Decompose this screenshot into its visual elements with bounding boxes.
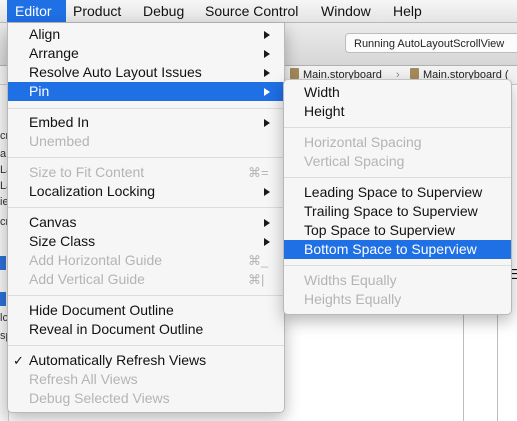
menu-item-pin[interactable]: Pin [8,82,284,101]
menu-item-canvas[interactable]: Canvas [8,213,284,232]
menu-bar: Editor Product Debug Source Control Wind… [0,0,517,23]
submenu-arrow-icon [264,238,270,246]
submenu-arrow-icon [264,119,270,127]
menubar-label: Debug [143,3,185,19]
menu-item-label: Trailing Space to Superview [304,203,478,219]
storyboard-file-icon [290,68,299,79]
menu-item-top-space-to-superview[interactable]: Top Space to Superview [284,221,511,240]
menu-item-height[interactable]: Height [284,102,511,121]
menu-item-label: Refresh All Views [29,371,138,387]
submenu-arrow-icon [264,219,270,227]
menu-item-embed-in[interactable]: Embed In [8,113,284,132]
menu-item-label: Top Space to Superview [304,222,455,238]
menubar-label: Source Control [205,3,299,19]
menu-item-refresh-all-views[interactable]: Refresh All Views [8,370,284,389]
menu-item-label: Heights Equally [304,291,402,307]
menu-separator [284,177,511,178]
menu-item-debug-selected-views[interactable]: Debug Selected Views [8,389,284,408]
menu-separator [8,345,284,346]
menubar-source-control[interactable]: Source Control [193,0,311,22]
menu-item-label: Resolve Auto Layout Issues [29,64,202,80]
menubar-label: Product [73,3,122,19]
submenu-arrow-icon [264,50,270,58]
menu-item-label: Pin [29,83,50,99]
menu-item-label: Add Horizontal Guide [29,252,163,268]
menu-item-align[interactable]: Align [8,25,284,44]
menu-item-hide-document-outline[interactable]: Hide Document Outline [8,301,284,320]
submenu-arrow-icon [264,88,270,96]
menu-item-label: Embed In [29,114,89,130]
menu-item-label: Bottom Space to Superview [304,241,477,257]
canvas-divider [497,312,498,421]
shortcut-label: ⌘| [248,272,265,287]
menubar-label: Editor [15,3,52,19]
menu-item-heights-equally[interactable]: Heights Equally [284,290,511,309]
menu-item-size-to-fit-content[interactable]: Size to Fit Content ⌘= [8,163,284,182]
menu-separator [284,265,511,266]
menu-item-label: Debug Selected Views [29,390,170,406]
editor-menu: Align Arrange Resolve Auto Layout Issues… [7,23,285,413]
menu-item-label: Align [29,26,61,42]
menu-item-localization-locking[interactable]: Localization Locking [8,182,284,201]
menubar-product[interactable]: Product [66,0,133,22]
menu-item-label: Width [304,84,340,100]
canvas-divider [463,312,464,421]
menu-item-label: Widths Equally [304,272,397,288]
menu-item-horizontal-spacing[interactable]: Horizontal Spacing [284,133,511,152]
menu-item-label: Hide Document Outline [29,302,174,318]
menubar-label: Window [321,3,371,19]
menu-item-add-horizontal-guide[interactable]: Add Horizontal Guide ⌘_ [8,251,284,270]
submenu-arrow-icon [264,69,270,77]
pin-submenu: Width Height Horizontal Spacing Vertical… [283,79,512,315]
storyboard-file-icon [410,68,419,79]
submenu-arrow-icon [264,188,270,196]
menubar-help[interactable]: Help [383,0,435,22]
menu-item-widths-equally[interactable]: Widths Equally [284,271,511,290]
menu-item-unembed[interactable]: Unembed [8,132,284,151]
menu-item-reveal-in-document-outline[interactable]: Reveal in Document Outline [8,320,284,339]
menu-item-label: Size to Fit Content [29,164,145,180]
menu-item-label: Unembed [29,133,90,149]
menu-item-automatically-refresh-views[interactable]: ✓ Automatically Refresh Views [8,351,284,370]
menu-item-label: Arrange [29,45,79,61]
menu-item-leading-space-to-superview[interactable]: Leading Space to Superview [284,183,511,202]
shortcut-label: ⌘_ [248,253,269,268]
outline-selection [0,256,6,270]
menu-item-bottom-space-to-superview[interactable]: Bottom Space to Superview [284,240,511,259]
menubar-window[interactable]: Window [311,0,383,22]
menu-item-label: Height [304,103,345,119]
checkmark-icon: ✓ [13,353,24,368]
menu-item-label: Canvas [29,214,77,230]
menubar-editor[interactable]: Editor [7,0,66,22]
menu-separator [8,207,284,208]
submenu-arrow-icon [264,31,270,39]
outline-selection [0,292,6,306]
menubar-debug[interactable]: Debug [133,0,193,22]
activity-status-field: Running AutoLayoutScrollView [345,33,517,53]
menu-separator [284,127,511,128]
menu-item-label: Reveal in Document Outline [29,321,204,337]
shortcut-label: ⌘= [248,165,269,180]
menu-separator [8,157,284,158]
menubar-label: Help [393,3,422,19]
menu-item-label: Vertical Spacing [304,153,405,169]
menu-item-label: Automatically Refresh Views [29,352,207,368]
menu-item-trailing-space-to-superview[interactable]: Trailing Space to Superview [284,202,511,221]
menu-separator [8,295,284,296]
menu-item-label: Add Vertical Guide [29,271,145,287]
menu-item-add-vertical-guide[interactable]: Add Vertical Guide ⌘| [8,270,284,289]
menu-item-resolve-auto-layout-issues[interactable]: Resolve Auto Layout Issues [8,63,284,82]
menu-item-label: Size Class [29,233,96,249]
menu-item-label: Horizontal Spacing [304,134,422,150]
menu-item-width[interactable]: Width [284,83,511,102]
menu-item-arrange[interactable]: Arrange [8,44,284,63]
menu-item-vertical-spacing[interactable]: Vertical Spacing [284,152,511,171]
menu-separator [8,108,284,109]
menu-item-label: Localization Locking [29,183,156,199]
menu-item-size-class[interactable]: Size Class [8,232,284,251]
menu-item-label: Leading Space to Superview [304,184,483,200]
